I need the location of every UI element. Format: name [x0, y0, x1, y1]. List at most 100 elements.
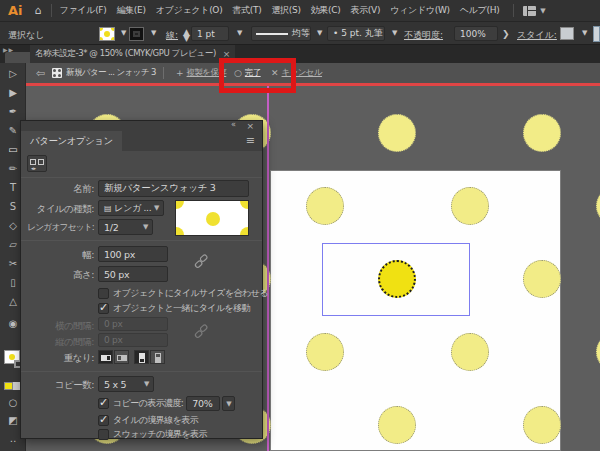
illustrator-logo[interactable]: Ai	[8, 3, 23, 18]
move-tile-with-art-checkbox[interactable]	[98, 303, 109, 314]
chevron-right-icon[interactable]: ❯	[502, 29, 510, 39]
menu-item-6[interactable]: 表示(V)	[345, 4, 385, 17]
menu-item-2[interactable]: オブジェクト(O)	[151, 4, 228, 17]
height-label: 高さ:	[21, 269, 94, 282]
menu-item-3[interactable]: 書式(T)	[227, 4, 266, 17]
pattern-tile-tool-button[interactable]: ◂▸	[27, 155, 47, 172]
chevron-down-icon[interactable]: ▼	[151, 29, 156, 37]
name-label: 名前:	[21, 183, 94, 196]
tile-type-label: タイルの種類:	[21, 203, 94, 216]
move-tile-with-art-row: オブジェクトと一緒にタイルを移動	[98, 302, 250, 315]
pattern-tile-icon	[52, 68, 62, 78]
show-swatch-bounds-row: スウォッチの境界を表示	[98, 428, 207, 441]
menu-item-1[interactable]: 編集(E)	[111, 4, 150, 17]
pattern-copy	[523, 406, 561, 444]
cropped-control	[593, 26, 600, 42]
style-swatch[interactable]	[560, 27, 574, 40]
chevron-down-icon: ▼	[540, 7, 545, 15]
menu-item-8[interactable]: ヘルプ(H)	[455, 4, 505, 17]
document-tab-bar: ▶▶ 名称未設定-3* @ 150% (CMYK/GPU プレビュー) ×	[0, 45, 600, 63]
height-input[interactable]: 50 px	[98, 266, 168, 282]
pattern-options-panel: « × パターンオプション ≡ ◂▸ 名前: 新規パターンスウォッチ 3 タイル…	[20, 120, 263, 439]
pattern-copy	[378, 406, 416, 444]
width-input[interactable]: 100 px	[98, 246, 168, 262]
stroke-profile-dropdown[interactable]: 均等	[251, 26, 311, 41]
tile-type-dropdown[interactable]: ▤レンガ ...▼	[98, 200, 164, 216]
pattern-copy	[451, 187, 489, 225]
pattern-copy	[596, 187, 600, 225]
panel-title-strip: « ×	[21, 121, 262, 131]
overlap-right-in-front-button[interactable]	[114, 350, 129, 364]
document-title: 名称未設定-3* @ 150% (CMYK/GPU プレビュー)	[35, 48, 216, 60]
exit-pattern-mode-icon[interactable]: ⇦	[36, 63, 45, 83]
page-guide-line	[267, 85, 269, 451]
menu-item-4[interactable]: 選択(S)	[266, 4, 305, 17]
size-tile-to-art-row: オブジェクトにタイルサイズを合わせる	[98, 287, 268, 300]
chevron-down-icon[interactable]: ▼	[317, 29, 322, 37]
workspace-switcher[interactable]: ▼	[504, 4, 545, 17]
chevron-down-icon[interactable]: ▼	[121, 29, 126, 37]
plus-icon: +	[176, 68, 184, 78]
brick-offset-dropdown[interactable]: 1/2▼	[98, 219, 153, 235]
h-spacing-input: 0 px	[98, 317, 168, 331]
stroke-weight-stepper[interactable]: ▲▼	[183, 29, 190, 41]
panel-tab[interactable]: パターンオプション	[21, 131, 122, 151]
pattern-name: 新規パター ... ンォッチ 3	[66, 63, 156, 83]
divider	[21, 177, 262, 178]
opacity-field[interactable]: 100%	[454, 26, 498, 41]
size-tile-to-art-checkbox[interactable]	[98, 288, 109, 299]
close-panel-icon[interactable]: ×	[246, 121, 254, 131]
width-label: 幅:	[21, 249, 94, 262]
workspace-icon	[523, 6, 536, 16]
pattern-copy	[523, 260, 561, 298]
menu-bar: Ai ⌂ ファイル(F)編集(E)オブジェクト(O)書式(T)選択(S)効果(C…	[0, 0, 600, 22]
brick-icon: ▤	[104, 204, 111, 213]
collapse-panel-icon[interactable]: «	[231, 120, 236, 130]
style-panel-link[interactable]: スタイル:	[517, 29, 557, 42]
pattern-copy	[306, 333, 344, 371]
stroke-weight-field[interactable]: 1 pt	[191, 26, 229, 41]
fill-indicator[interactable]	[4, 350, 20, 364]
pattern-copy	[596, 333, 600, 371]
show-swatch-bounds-checkbox[interactable]	[98, 429, 109, 440]
pen-tool[interactable]: ✒	[0, 106, 26, 118]
panel-menu-icon[interactable]: ≡	[246, 134, 255, 147]
divider	[513, 4, 514, 17]
chevron-down-icon[interactable]: ▼	[237, 29, 242, 37]
menu-item-0[interactable]: ファイル(F)	[55, 4, 112, 17]
brick-offset-label: レンガオフセット:	[21, 222, 94, 234]
dim-value-field[interactable]: 70%	[186, 396, 220, 411]
menu-item-5[interactable]: 効果(C)	[306, 4, 346, 17]
direct-selection-tool[interactable]: ▶	[0, 87, 26, 99]
opacity-panel-link[interactable]: 不透明度:	[404, 29, 443, 42]
stroke-color-swatch[interactable]	[129, 27, 144, 41]
chevron-down-icon[interactable]: ▼	[392, 29, 397, 37]
stroke-panel-link[interactable]: 線:	[166, 29, 178, 42]
v-spacing-label: 縦の間隔:	[21, 336, 94, 349]
overlap-left-in-front-button[interactable]	[98, 350, 113, 364]
overlap-top-in-front-button[interactable]	[134, 350, 149, 364]
pattern-tile-bounds[interactable]	[322, 243, 470, 316]
overlap-bottom-in-front-button[interactable]	[150, 350, 165, 364]
selection-tool[interactable]: ▷	[0, 68, 26, 80]
overlap-label: 重なり:	[21, 352, 94, 365]
copies-dropdown[interactable]: 5 x 5▼	[98, 376, 154, 392]
panel-tab-bar: パターンオプション ≡	[21, 131, 262, 151]
chevron-down-icon[interactable]: ▼	[582, 29, 587, 37]
home-icon[interactable]: ⌂	[35, 4, 42, 17]
color-type-buttons[interactable]	[4, 382, 20, 390]
show-tile-edge-row: タイルの境界線を表示	[98, 414, 198, 427]
h-spacing-label: 横の間隔:	[21, 320, 94, 333]
document-tab[interactable]: 名称未設定-3* @ 150% (CMYK/GPU プレビュー) ×	[30, 45, 235, 63]
pattern-name-input[interactable]: 新規パターンスウォッチ 3	[98, 180, 249, 197]
dim-copies-checkbox[interactable]	[98, 398, 109, 409]
pattern-dot	[104, 31, 110, 37]
brush-dropdown[interactable]: • 5 pt. 丸筆	[327, 26, 385, 41]
pattern-edit-bar: ⇦ 新規パター ... ンォッチ 3 + 複製を保存 ○ 完了 ✕ キャンセル	[26, 63, 600, 83]
menu-item-7[interactable]: ウィンドウ(W)	[385, 4, 455, 17]
dim-dropdown-arrow[interactable]: ▼	[222, 396, 235, 411]
selection-status: 選択なし	[8, 29, 44, 42]
annotation-highlight-box	[219, 58, 296, 93]
fill-color-swatch[interactable]	[99, 27, 115, 41]
show-tile-edge-checkbox[interactable]	[98, 415, 109, 426]
